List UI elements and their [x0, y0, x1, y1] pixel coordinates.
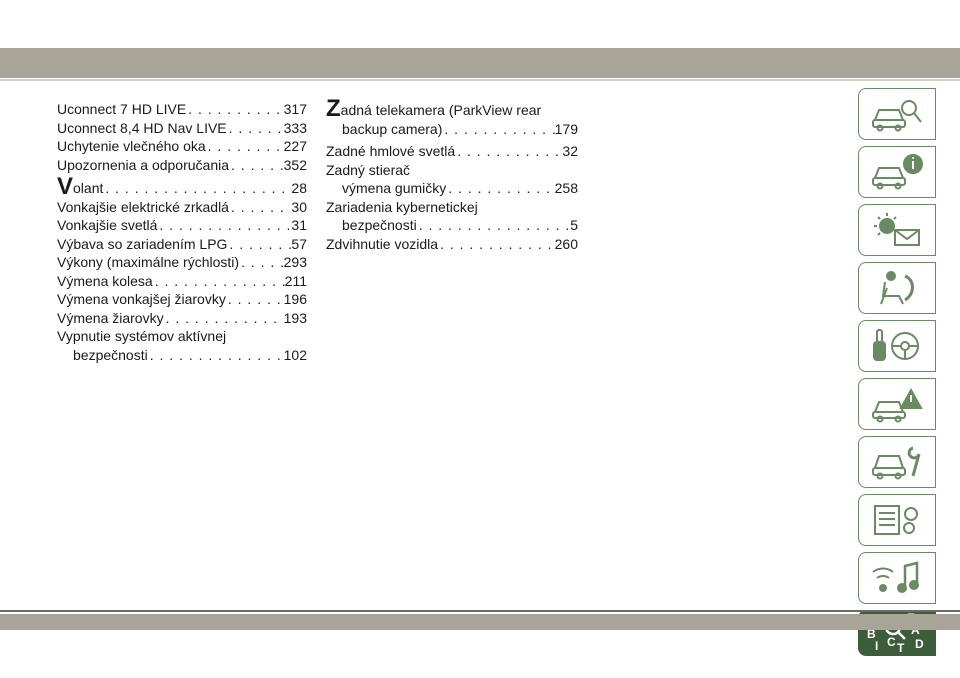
car-info-icon: [872, 154, 923, 190]
page-number: 333: [283, 119, 307, 136]
tab-starting-driving[interactable]: [858, 320, 936, 372]
index-entry[interactable]: Výkony (maximálne rýchlosti)293: [57, 253, 307, 272]
index-entry[interactable]: Zadné hmlové svetlá32: [326, 142, 578, 161]
leader-dots: [103, 179, 291, 198]
page-number: 102: [283, 346, 307, 363]
leader-dots: [227, 235, 291, 254]
key-steering-wheel-icon: [873, 329, 919, 361]
index-entry[interactable]: Výmena kolesa211: [57, 272, 307, 291]
car-search-icon: [872, 100, 922, 132]
footer-band: [0, 614, 960, 630]
page-number: 293: [283, 254, 307, 270]
index-entry[interactable]: Volant28: [57, 175, 307, 199]
tab-servicing[interactable]: [858, 436, 936, 488]
radio-music-icon: [872, 561, 919, 593]
leader-dots: [229, 156, 284, 175]
checklist-gear-icon: [874, 505, 918, 535]
page-number: 260: [554, 235, 578, 252]
tab-multimedia[interactable]: [858, 552, 936, 604]
leader-dots: [438, 235, 555, 254]
chapter-tabs: Z E B A I C T D: [858, 88, 938, 662]
footer-rule: [0, 610, 960, 612]
index-entry[interactable]: Zariadenia kybernetickej bezpečnosti5: [326, 198, 578, 235]
header-band: [0, 48, 960, 78]
leader-dots: [226, 290, 284, 309]
page-number: 211: [284, 272, 307, 289]
index-entry[interactable]: Zadná telekamera (ParkView rear backup c…: [326, 97, 578, 139]
index-entry[interactable]: Vypnutie systémov aktívnej bezpečnosti10…: [57, 327, 307, 364]
section-letter: V: [57, 173, 74, 200]
page-number: 352: [283, 156, 307, 173]
page-number: 196: [283, 291, 307, 307]
light-message-icon: [874, 213, 920, 246]
index-entry[interactable]: Zadný stierač výmena gumičky258: [326, 161, 578, 198]
leader-dots: [164, 309, 284, 328]
tab-lights-messages[interactable]: [858, 204, 936, 256]
leader-dots: [442, 120, 554, 139]
page-number: 258: [554, 180, 578, 196]
leader-dots: [239, 253, 284, 272]
index-entry[interactable]: Vonkajšie svetlá31: [57, 216, 307, 235]
header-rule: [0, 79, 960, 81]
leader-dots: [186, 100, 283, 119]
tab-getting-to-know[interactable]: [858, 88, 936, 140]
leader-dots: [446, 179, 554, 198]
page-number: 227: [283, 138, 307, 154]
leader-dots: [148, 346, 284, 365]
car-wrench-icon: [872, 446, 921, 480]
tab-instrument-panel[interactable]: [858, 146, 936, 198]
page-number: 317: [283, 101, 307, 117]
page-number: 179: [554, 120, 578, 137]
leader-dots: [455, 142, 562, 161]
page-number: 31: [291, 217, 307, 233]
index-column-1: Uconnect 7 HD LIVE317 Uconnect 8,4 HD Na…: [57, 100, 307, 364]
tab-technical-specs[interactable]: [858, 494, 936, 546]
page-number: 32: [562, 143, 578, 159]
index-entry[interactable]: Výbava so zariadením LPG57: [57, 235, 307, 254]
index-entry[interactable]: Vonkajšie elektrické zrkadlá30: [57, 198, 307, 217]
index-entry[interactable]: Upozornenia a odporučania352: [57, 156, 307, 175]
index-entry[interactable]: Výmena žiarovky193: [57, 309, 307, 328]
index-entry[interactable]: Uconnect 7 HD LIVE317: [57, 100, 307, 119]
page-number: 193: [283, 309, 307, 326]
tab-safety[interactable]: [858, 262, 936, 314]
leader-dots: [153, 272, 285, 291]
section-letter: Z: [326, 95, 341, 122]
leader-dots: [206, 137, 284, 156]
leader-dots: [229, 198, 291, 217]
page-number: 57: [291, 235, 307, 252]
leader-dots: [157, 216, 291, 235]
leader-dots: [417, 216, 570, 235]
tab-emergency[interactable]: [858, 378, 936, 430]
page-number: 28: [291, 180, 307, 196]
seat-airbag-icon: [880, 271, 914, 305]
leader-dots: [227, 119, 284, 138]
page-number: 5: [570, 217, 578, 233]
index-column-2: Zadná telekamera (ParkView rear backup c…: [326, 97, 578, 254]
index-entry[interactable]: Uchytenie vlečného oka227: [57, 137, 307, 156]
car-warning-icon: [872, 387, 923, 423]
index-entry[interactable]: Uconnect 8,4 HD Nav LIVE333: [57, 119, 307, 138]
index-entry[interactable]: Výmena vonkajšej žiarovky196: [57, 290, 307, 309]
page-number: 30: [291, 198, 307, 215]
index-entry[interactable]: Zdvihnutie vozidla260: [326, 235, 578, 254]
